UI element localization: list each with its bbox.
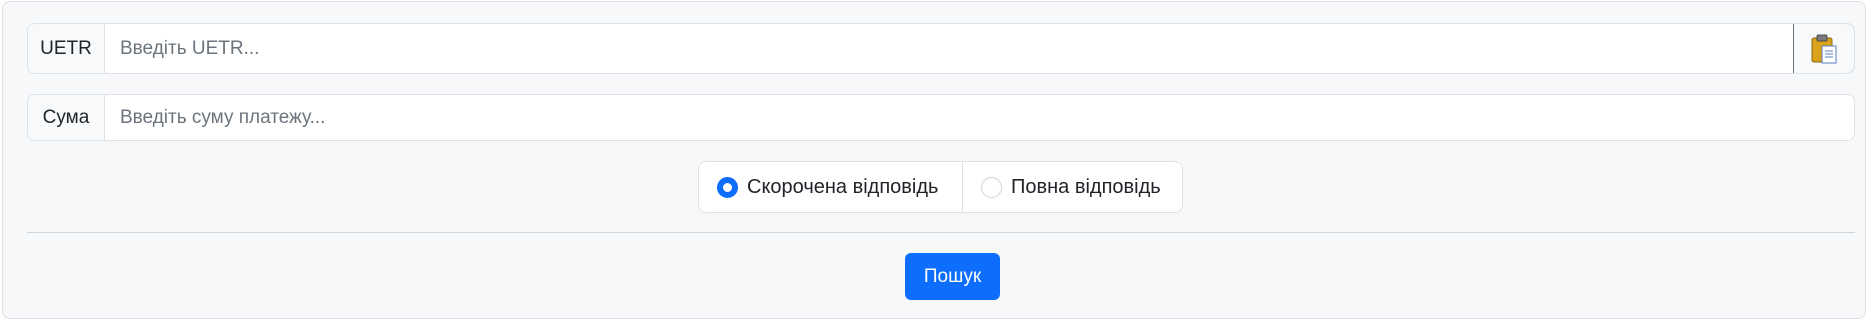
full-response-option[interactable]: Повна відповідь [962,162,1179,212]
divider [27,232,1855,233]
response-mode-radio-group: Скорочена відповідь Повна відповідь [698,161,1183,213]
clipboard-paste-icon [1811,34,1837,63]
sum-label: Сума [28,95,105,140]
short-response-radio[interactable] [717,176,738,198]
short-response-label: Скорочена відповідь [747,175,939,198]
search-form-panel: UETR Сума Скорочена відповідь Повна відп… [2,1,1866,319]
full-response-radio[interactable] [981,176,1002,198]
sum-input-group: Сума [27,94,1855,141]
uetr-label: UETR [28,24,105,73]
uetr-input-group: UETR [27,23,1855,74]
uetr-input[interactable] [105,24,1793,73]
paste-button[interactable] [1793,24,1854,73]
short-response-option[interactable]: Скорочена відповідь [699,162,962,212]
full-response-label: Повна відповідь [1011,175,1161,198]
search-button[interactable]: Пошук [905,253,1000,300]
sum-input[interactable] [105,95,1854,140]
